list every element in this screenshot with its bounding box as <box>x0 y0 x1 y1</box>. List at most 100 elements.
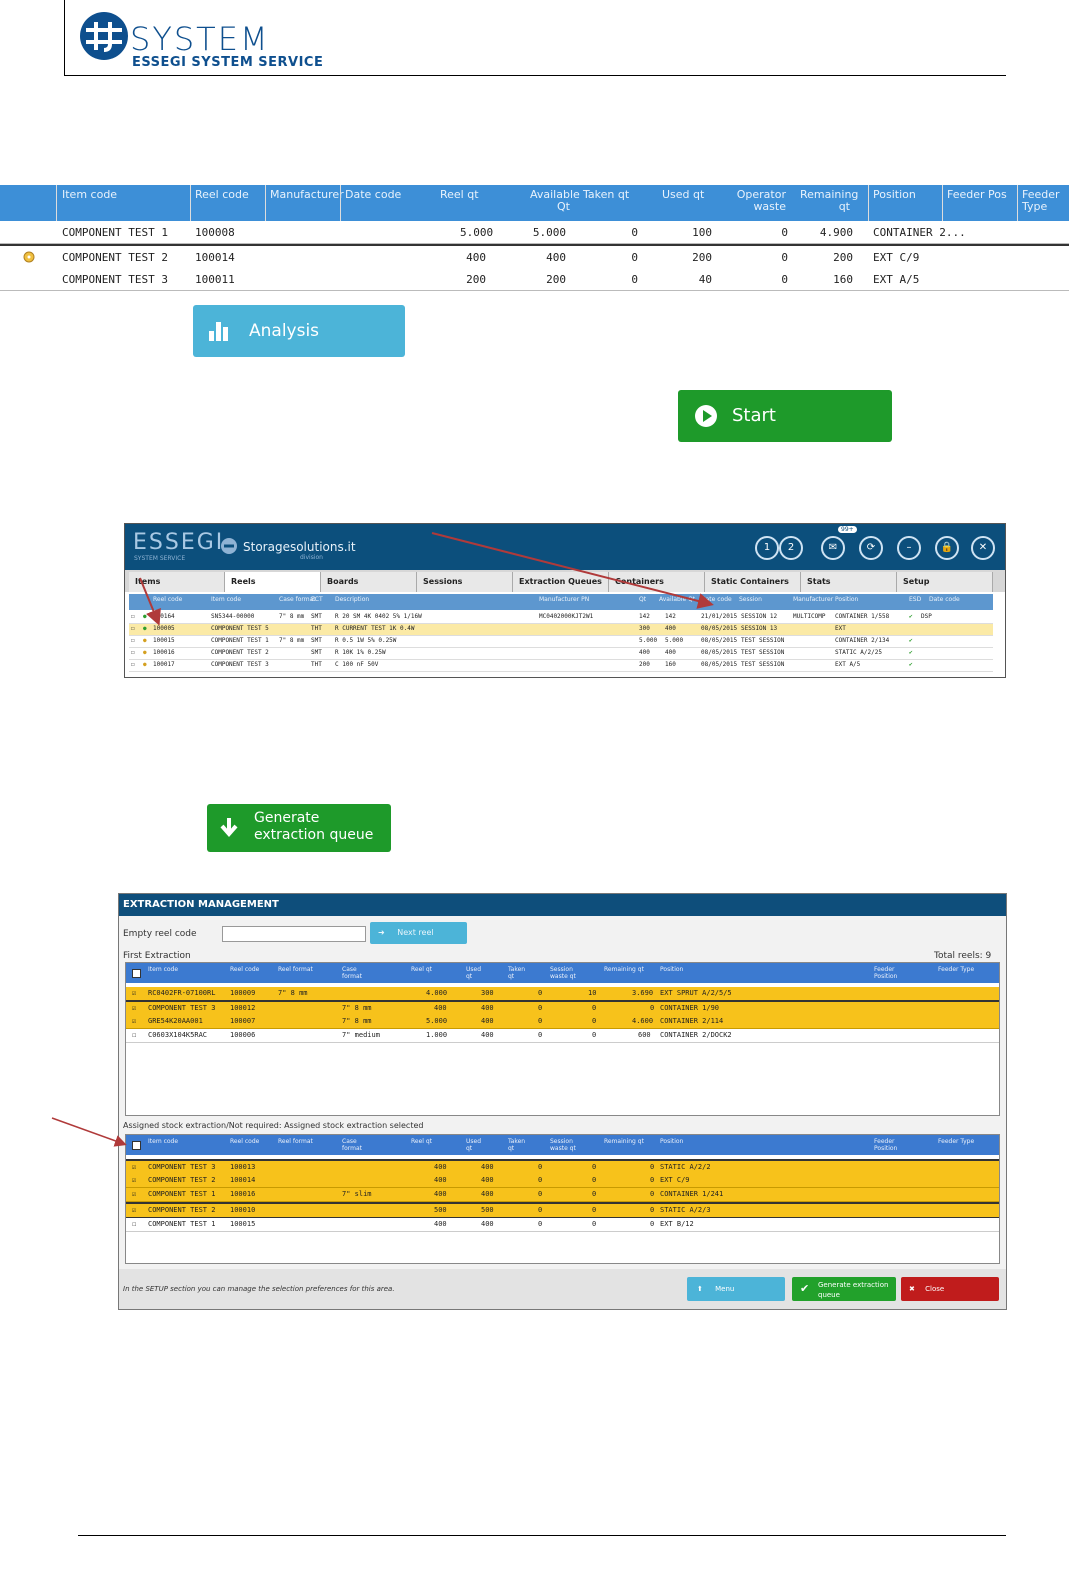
tab-sessions[interactable]: Sessions <box>417 572 513 592</box>
footer-note: In the SETUP section you can manage the … <box>123 1285 395 1293</box>
table-row[interactable]: ☐ ● 100016 COMPONENT TEST 2 SMT R 10K 1% 0.… <box>129 648 993 660</box>
tab-extraction-queues[interactable]: Extraction Queues <box>513 572 609 592</box>
reels-table: Item code Reel code Manufacturer Date co… <box>0 185 1069 291</box>
tab-boards[interactable]: Boards <box>321 572 417 592</box>
first-extraction-grid: Item code Reel code Reel format Case for… <box>125 962 1000 1116</box>
essegi-logo-icon <box>80 12 128 60</box>
tab-setup[interactable]: Setup <box>897 572 993 592</box>
tab-stats[interactable]: Stats <box>801 572 897 592</box>
extraction-management-panel: EXTRACTION MANAGEMENT Empty reel code ➜ … <box>118 893 1007 1310</box>
next-reel-button[interactable]: ➜ Next reel <box>370 922 467 944</box>
menu-button[interactable]: ⬆ Menu <box>687 1277 785 1301</box>
tab-label: Extraction Queues <box>519 577 602 586</box>
arrow-right-icon: ➜ <box>378 928 385 937</box>
table-row[interactable]: ☑ COMPONENT TEST 2 100014 400 400 00 0 EXT … <box>126 1174 999 1188</box>
arrow-up-icon: ⬆ <box>697 1285 703 1293</box>
col-remaining-qt[interactable]: Remaining qt <box>800 189 858 213</box>
table-row[interactable]: ☑ RC0402FR-07100RL 100009 7" 8 mm 4.000 300… <box>126 987 999 1001</box>
analysis-label: Analysis <box>249 321 320 341</box>
col-reel-qt[interactable]: Reel qt <box>440 189 479 201</box>
panel-title: EXTRACTION MANAGEMENT <box>119 894 1006 916</box>
tab-label: Containers <box>615 577 664 586</box>
table-row[interactable]: COMPONENT TEST 3 100011 200 200 0 40 0 1… <box>0 268 1069 291</box>
close-icon: ✖ <box>909 1285 915 1293</box>
tab-containers[interactable]: Containers <box>609 572 705 592</box>
col-available-qt[interactable]: Available Qt <box>530 189 580 213</box>
tab-label: Items <box>135 577 161 586</box>
close-icon[interactable]: ✕ <box>971 536 995 560</box>
footer-rule <box>78 1535 1006 1536</box>
tab-label: Static Containers <box>711 577 789 586</box>
tab-reels[interactable]: Reels <box>225 572 321 592</box>
tab-static-containers[interactable]: Static Containers <box>705 572 801 592</box>
table-row[interactable]: COMPONENT TEST 1 100008 5.000 5.000 0 10… <box>0 221 1069 244</box>
logo-wordmark: SYSTEM <box>130 20 270 58</box>
total-reels: Total reels: 9 <box>934 951 992 961</box>
table-row[interactable]: ☐ ● 100005 COMPONENT TEST 5 THT R CURRENT T… <box>129 624 993 636</box>
lock-icon[interactable]: 🔒 <box>935 536 959 560</box>
grid-header: Item code Reel code Reel format Case for… <box>126 1135 999 1155</box>
grid-header: Item code Reel code Reel format Case for… <box>126 963 999 983</box>
col-item-code[interactable]: Item code <box>62 189 117 201</box>
app-tabs: Items Reels Boards Sessions Extraction Q… <box>125 570 1005 592</box>
arrow-down-icon <box>220 818 238 838</box>
tab-label: Boards <box>327 577 359 586</box>
col-feeder-type[interactable]: Feeder Type <box>1022 189 1062 213</box>
table-row[interactable]: ☐ ● 100164 SN5344-00000 7" 8 mm SMT R 20 SM… <box>129 612 993 624</box>
assigned-stock-label: Assigned stock extraction/Not required: … <box>123 1121 424 1130</box>
messages-badge: 99+ <box>838 526 857 533</box>
empty-reel-input[interactable] <box>222 926 366 942</box>
app-storage-title: Storagesolutions.it <box>243 540 356 554</box>
bar-chart-icon <box>209 322 228 341</box>
play-icon <box>695 405 717 427</box>
generate-extraction-queue-button[interactable]: Generate extraction queue <box>207 804 391 852</box>
table-row[interactable]: COMPONENT TEST 2 100014 400 400 0 200 0 … <box>0 244 1069 270</box>
start-label: Start <box>732 405 776 426</box>
refresh-icon[interactable]: ⟳ <box>859 536 883 560</box>
app-brand: ESSEGI <box>133 530 225 555</box>
reels-table-header: Item code Reel code Manufacturer Date co… <box>0 185 1069 221</box>
empty-reel-label: Empty reel code <box>123 929 197 939</box>
table-row[interactable]: ☑ GRE54K20AA001 100007 7" 8 mm 5.000 400 00… <box>126 1015 999 1029</box>
first-extraction-label: First Extraction <box>123 951 191 961</box>
logo-subtitle: ESSEGI SYSTEM SERVICE <box>132 55 324 70</box>
reel-lock-icon <box>23 251 35 263</box>
col-feeder-pos[interactable]: Feeder Pos <box>947 189 1007 201</box>
col-date-code[interactable]: Date code <box>345 189 401 201</box>
start-button[interactable]: Start <box>678 390 892 442</box>
col-used-qt[interactable]: Used qt <box>662 189 704 201</box>
analysis-button[interactable]: Analysis <box>193 305 405 357</box>
col-position[interactable]: Position <box>873 189 916 201</box>
messages-icon[interactable]: ✉ <box>821 536 845 560</box>
app-brand-sub: SYSTEM SERVICE <box>134 555 186 562</box>
generate-label-line1: Generate <box>254 810 320 826</box>
col-reel-code[interactable]: Reel code <box>195 189 249 201</box>
panel-footer: In the SETUP section you can manage the … <box>119 1269 1006 1309</box>
arrow-to-select-all <box>51 1117 127 1147</box>
reels-app-screenshot: ESSEGI SYSTEM SERVICE Storagesolutions.i… <box>124 523 1006 678</box>
table-row[interactable]: ☐ C0603X104K5RAC 100006 7" medium 1.000 400… <box>126 1029 999 1043</box>
select-all-checkbox[interactable] <box>132 1141 141 1150</box>
select-all-checkbox[interactable] <box>132 969 141 978</box>
reels-grid-header: Reel code Item code Case format ECT Desc… <box>129 594 993 610</box>
table-row[interactable]: ☑ COMPONENT TEST 2 100010 500 500 00 0 STAT… <box>126 1202 999 1219</box>
app-storage-sub: division <box>300 554 323 561</box>
minimize-icon[interactable]: – <box>897 536 921 560</box>
table-row[interactable]: ☐ ● 100015 COMPONENT TEST 1 7" 8 mm SMT R 0… <box>129 636 993 648</box>
col-operator-waste[interactable]: Operator waste <box>730 189 786 213</box>
tab-items[interactable]: Items <box>129 572 225 592</box>
table-row[interactable]: ☐ COMPONENT TEST 1 100015 400 400 00 0 EXT … <box>126 1218 999 1232</box>
generate-label-line2: extraction queue <box>254 827 374 843</box>
station-1-button[interactable]: 1 <box>755 536 779 560</box>
header-left-rule <box>64 0 65 76</box>
generate-queue-button[interactable]: ✔ Generate extraction queue <box>792 1277 896 1301</box>
tab-label: Stats <box>807 577 831 586</box>
close-button[interactable]: ✖ Close <box>901 1277 999 1301</box>
table-row[interactable]: ☐ ● 100017 COMPONENT TEST 3 THT C 100 nF 50… <box>129 660 993 672</box>
col-manufacturer[interactable]: Manufacturer <box>270 189 344 201</box>
table-row[interactable]: ☑ COMPONENT TEST 1 100016 7" slim 400 400 0… <box>126 1188 999 1202</box>
storage-logo-icon <box>221 538 237 554</box>
station-2-button[interactable]: 2 <box>779 536 803 560</box>
col-taken-qt[interactable]: Taken qt <box>583 189 629 201</box>
check-icon: ✔ <box>800 1282 810 1295</box>
